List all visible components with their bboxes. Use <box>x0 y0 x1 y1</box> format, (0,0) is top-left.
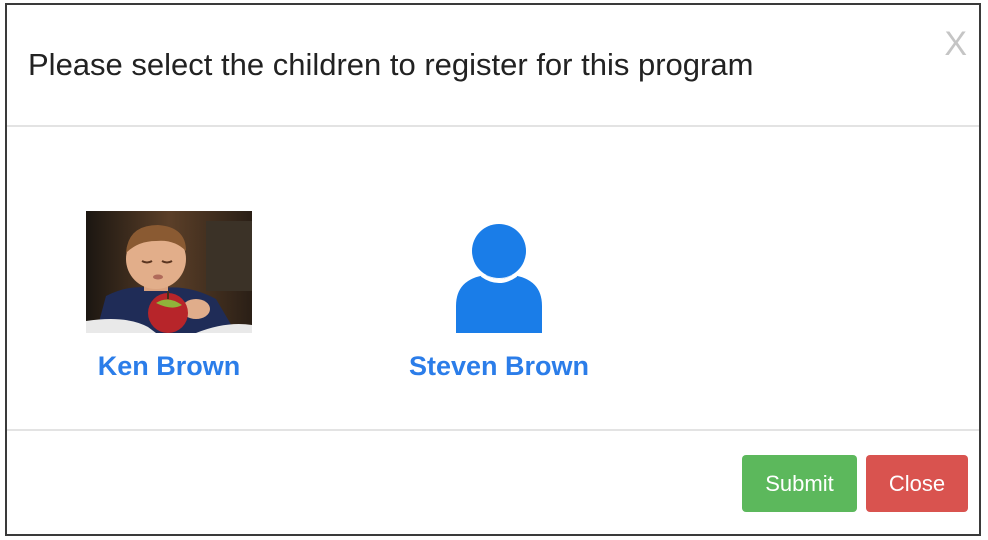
user-icon[interactable] <box>416 211 582 333</box>
child-name[interactable]: Steven Brown <box>389 351 609 382</box>
close-x-icon[interactable]: X <box>944 27 967 61</box>
dialog-title: Please select the children to register f… <box>28 47 754 82</box>
child-photo[interactable] <box>86 211 252 333</box>
register-children-dialog: Please select the children to register f… <box>5 3 981 536</box>
dialog-header: Please select the children to register f… <box>7 5 979 127</box>
child-option-steven-brown[interactable]: Steven Brown <box>389 211 609 382</box>
children-list: Ken Brown Steven Brown <box>7 127 979 433</box>
child-option-ken-brown[interactable]: Ken Brown <box>59 211 279 382</box>
dialog-footer: Submit Close <box>7 429 979 534</box>
submit-button[interactable]: Submit <box>742 455 857 512</box>
close-button[interactable]: Close <box>866 455 968 512</box>
child-name[interactable]: Ken Brown <box>59 351 279 382</box>
